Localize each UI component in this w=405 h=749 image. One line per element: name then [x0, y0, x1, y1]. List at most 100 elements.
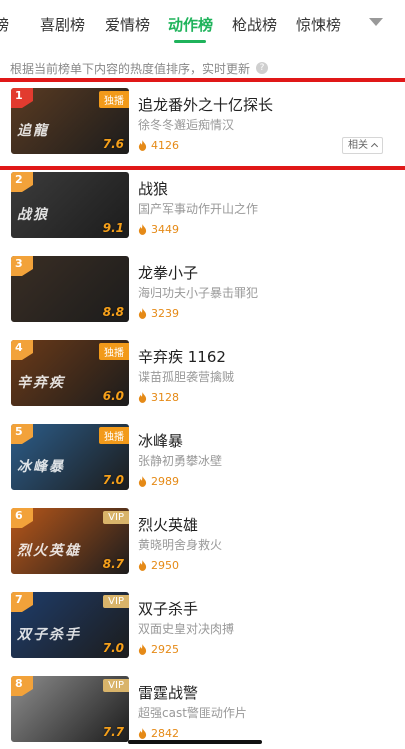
- rating-score: 7.6: [102, 137, 124, 151]
- poster-thumbnail[interactable]: 1 独播 追龍 7.6: [11, 88, 129, 154]
- list-item[interactable]: 8 VIP 7.7 雷霆战警 超强cast警匪动作片 2842: [0, 670, 405, 749]
- flame-icon: [138, 392, 147, 403]
- heat-number: 2842: [151, 727, 179, 740]
- heat-number: 3128: [151, 391, 179, 404]
- heat-number: 4126: [151, 139, 179, 152]
- heat-value: 2842: [138, 727, 179, 740]
- rating-score: 6.0: [102, 389, 124, 403]
- list-item[interactable]: 1 独播 追龍 7.6 追龙番外之十亿探长 徐冬冬邂逅痴情汉 4126 相关: [0, 78, 405, 170]
- chevron-down-icon[interactable]: [369, 18, 383, 26]
- list-item[interactable]: 5 独播 冰峰暴 7.0 冰峰暴 张静初勇攀冰壁 2989: [0, 418, 405, 502]
- flame-icon: [138, 728, 147, 739]
- rank-badge: 1: [11, 88, 33, 108]
- poster-title-art: 双子杀手: [17, 627, 81, 643]
- movie-title[interactable]: 双子杀手: [138, 598, 198, 619]
- heat-value: 3239: [138, 307, 179, 320]
- rating-score: 7.7: [102, 725, 124, 739]
- heat-value: 3449: [138, 223, 179, 236]
- movie-title[interactable]: 龙拳小子: [138, 262, 198, 283]
- rank-badge: 2: [11, 172, 33, 192]
- flame-icon: [138, 308, 147, 319]
- flame-icon: [138, 476, 147, 487]
- tab-fade: [335, 0, 359, 44]
- heat-value: 2925: [138, 643, 179, 656]
- movie-description: 谍苗孤胆袭营擒贼: [138, 370, 235, 384]
- tab-action[interactable]: 动作榜: [168, 14, 213, 35]
- movie-description: 超强cast警匪动作片: [138, 706, 247, 720]
- movie-description: 双面史皇对决肉搏: [138, 622, 235, 636]
- movie-title[interactable]: 战狼: [138, 178, 168, 199]
- poster-title-art: 战狼: [17, 207, 49, 223]
- poster-title-art: 追龍: [17, 123, 49, 139]
- category-tab-bar: 榜 喜剧榜 爱情榜 动作榜 枪战榜 惊悚榜: [0, 0, 405, 48]
- poster-thumbnail[interactable]: 6 VIP 烈火英雄 8.7: [11, 508, 129, 574]
- poster-thumbnail[interactable]: 4 独播 辛弃疾 6.0: [11, 340, 129, 406]
- heat-number: 3449: [151, 223, 179, 236]
- rating-score: 9.1: [102, 221, 124, 235]
- related-label: 相关: [348, 140, 368, 151]
- flame-icon: [138, 644, 147, 655]
- poster-title-art: 冰峰暴: [17, 459, 65, 475]
- home-indicator: [128, 740, 262, 744]
- rank-badge: 5: [11, 424, 33, 444]
- list-item[interactable]: 2 战狼 9.1 战狼 国产军事动作开山之作 3449: [0, 166, 405, 250]
- movie-description: 黄晓明舍身救火: [138, 538, 223, 552]
- rank-badge: 4: [11, 340, 33, 360]
- exclusive-badge: 独播: [99, 91, 129, 108]
- heat-value: 3128: [138, 391, 179, 404]
- heat-number: 2925: [151, 643, 179, 656]
- vip-badge: VIP: [103, 511, 129, 524]
- movie-title[interactable]: 辛弃疾 1162: [138, 346, 226, 367]
- list-item[interactable]: 6 VIP 烈火英雄 8.7 烈火英雄 黄晓明舍身救火 2950: [0, 502, 405, 586]
- movie-title[interactable]: 烈火英雄: [138, 514, 198, 535]
- rank-badge: 7: [11, 592, 33, 612]
- chevron-up-icon: [370, 142, 379, 151]
- movie-title[interactable]: 雷霆战警: [138, 682, 198, 703]
- ranking-note-text: 根据当前榜单下内容的热度值排序，实时更新: [10, 61, 251, 76]
- heat-value: 2950: [138, 559, 179, 572]
- heat-number: 2989: [151, 475, 179, 488]
- poster-thumbnail[interactable]: 2 战狼 9.1: [11, 172, 129, 238]
- poster-thumbnail[interactable]: 7 VIP 双子杀手 7.0: [11, 592, 129, 658]
- help-icon[interactable]: ?: [256, 62, 269, 74]
- rating-score: 8.7: [102, 557, 124, 571]
- movie-description: 徐冬冬邂逅痴情汉: [138, 118, 235, 132]
- rank-badge: 3: [11, 256, 33, 276]
- tab-partial-left[interactable]: 榜: [0, 14, 9, 35]
- poster-title-art: 烈火英雄: [17, 543, 81, 559]
- flame-icon: [138, 224, 147, 235]
- tab-romance[interactable]: 爱情榜: [105, 14, 150, 35]
- list-item[interactable]: 7 VIP 双子杀手 7.0 双子杀手 双面史皇对决肉搏 2925: [0, 586, 405, 670]
- heat-number: 3239: [151, 307, 179, 320]
- list-item[interactable]: 4 独播 辛弃疾 6.0 辛弃疾 1162 谍苗孤胆袭营擒贼 3128: [0, 334, 405, 418]
- rank-badge: 6: [11, 508, 33, 528]
- vip-badge: VIP: [103, 595, 129, 608]
- heat-number: 2950: [151, 559, 179, 572]
- exclusive-badge: 独播: [99, 343, 129, 360]
- flame-icon: [138, 560, 147, 571]
- movie-description: 国产军事动作开山之作: [138, 202, 259, 216]
- poster-thumbnail[interactable]: 3 8.8: [11, 256, 129, 322]
- tab-comedy[interactable]: 喜剧榜: [40, 14, 85, 35]
- poster-thumbnail[interactable]: 5 独播 冰峰暴 7.0: [11, 424, 129, 490]
- movie-description: 海归功夫小子暴击罪犯: [138, 286, 259, 300]
- related-button[interactable]: 相关: [342, 137, 383, 154]
- vip-badge: VIP: [103, 679, 129, 692]
- movie-description: 张静初勇攀冰壁: [138, 454, 223, 468]
- heat-value: 4126: [138, 139, 179, 152]
- poster-title-art: 辛弃疾: [17, 375, 65, 391]
- rating-score: 8.8: [102, 305, 124, 319]
- ranking-note: 根据当前榜单下内容的热度值排序，实时更新 ?: [10, 58, 269, 78]
- tab-gunfight[interactable]: 枪战榜: [232, 14, 277, 35]
- rating-score: 7.0: [102, 641, 124, 655]
- flame-icon: [138, 140, 147, 151]
- rating-score: 7.0: [102, 473, 124, 487]
- movie-title[interactable]: 冰峰暴: [138, 430, 183, 451]
- exclusive-badge: 独播: [99, 427, 129, 444]
- active-tab-indicator: [174, 40, 206, 43]
- movie-title[interactable]: 追龙番外之十亿探长: [138, 94, 273, 115]
- heat-value: 2989: [138, 475, 179, 488]
- list-item[interactable]: 3 8.8 龙拳小子 海归功夫小子暴击罪犯 3239: [0, 250, 405, 334]
- poster-thumbnail[interactable]: 8 VIP 7.7: [11, 676, 129, 742]
- rank-badge: 8: [11, 676, 33, 696]
